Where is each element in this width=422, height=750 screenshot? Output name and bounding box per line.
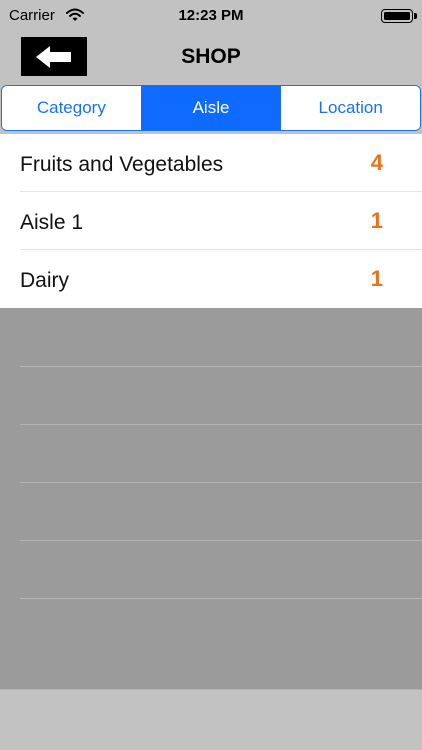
empty-row-separator	[20, 424, 422, 425]
empty-row-separator	[20, 598, 422, 599]
bottom-toolbar	[0, 689, 422, 750]
empty-row-separator	[20, 366, 422, 367]
empty-row-separator	[20, 540, 422, 541]
list-item-count: 1	[370, 266, 383, 291]
empty-list-area	[0, 308, 422, 689]
list-item[interactable]: Dairy 1	[0, 250, 422, 308]
list-item-count: 4	[370, 150, 383, 175]
empty-row-separator	[20, 482, 422, 483]
page-title: SHOP	[181, 45, 241, 68]
segmented-control: Category Aisle Location	[1, 85, 421, 131]
list-item-label: Dairy	[20, 269, 70, 292]
navigation-bar: SHOP	[0, 30, 422, 84]
list-item-label: Fruits and Vegetables	[20, 153, 224, 176]
segment-bar: Category Aisle Location	[0, 84, 422, 134]
list-item[interactable]: Fruits and Vegetables 4	[0, 134, 422, 192]
list-item[interactable]: Aisle 1 1	[0, 192, 422, 250]
segment-aisle[interactable]: Aisle	[140, 86, 281, 130]
segment-category[interactable]: Category	[2, 86, 141, 130]
aisle-list: Fruits and Vegetables 4 Aisle 1 1 Dairy …	[0, 134, 422, 308]
clock: 12:23 PM	[178, 7, 244, 24]
status-bar: Carrier 12:23 PM	[0, 0, 422, 30]
battery-icon	[381, 9, 417, 23]
list-item-count: 1	[370, 208, 383, 233]
list-item-label: Aisle 1	[20, 211, 84, 234]
segment-location[interactable]: Location	[280, 86, 420, 130]
